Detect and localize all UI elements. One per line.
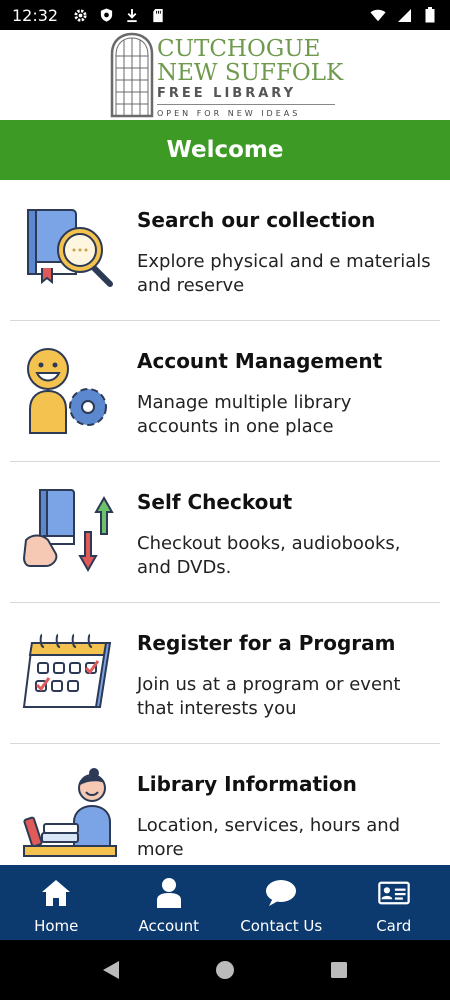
menu-item-self-checkout[interactable]: Self Checkout Checkout books, audiobooks… — [10, 462, 440, 603]
cellular-icon — [396, 7, 412, 23]
battery-icon — [422, 7, 438, 23]
menu-item-title: Search our collection — [137, 208, 376, 232]
logo-text-line2: NEW SUFFOLK — [157, 60, 344, 86]
logo-divider — [157, 104, 335, 105]
logo-tagline: OPEN FOR NEW IDEAS — [157, 109, 301, 118]
menu-item-library-information[interactable]: Library Information Location, services, … — [10, 744, 440, 865]
nav-home[interactable]: Home — [0, 865, 113, 940]
menu-item-register-program[interactable]: Register for a Program Join us at a prog… — [10, 603, 440, 744]
system-navigation-bar — [0, 940, 450, 1000]
menu-item-description: Join us at a program or event that inter… — [137, 674, 401, 719]
nav-label: Card — [376, 917, 412, 935]
status-icons-left — [72, 7, 166, 23]
nav-label: Contact Us — [240, 917, 323, 935]
nav-card[interactable]: Card — [338, 865, 450, 940]
main-menu: Search our collection Explore physical a… — [0, 180, 450, 865]
chat-bubble-icon — [265, 877, 297, 909]
nav-account[interactable]: Account — [113, 865, 226, 940]
menu-item-description: Checkout books, audiobooks, and DVDs. — [137, 533, 401, 578]
library-logo: CUTCHOGUE NEW SUFFOLK FREE LIBRARY OPEN … — [0, 30, 450, 120]
back-icon[interactable] — [99, 958, 123, 982]
status-bar: 12:32 — [0, 0, 450, 30]
nav-contact-us[interactable]: Contact Us — [225, 865, 338, 940]
book-magnifier-icon — [27, 209, 113, 287]
status-time: 12:32 — [12, 5, 59, 25]
menu-item-title: Library Information — [137, 772, 357, 796]
librarian-desk-icon — [23, 768, 117, 857]
arched-window-icon — [110, 32, 154, 118]
welcome-banner: Welcome — [0, 120, 450, 180]
menu-item-description: Explore physical and e materials and res… — [137, 251, 431, 296]
menu-item-description: Location, services, hours and more — [137, 815, 401, 860]
person-gear-icon — [27, 348, 107, 434]
calendar-icon — [22, 634, 112, 708]
status-icons-right — [370, 7, 438, 23]
bottom-navigation: Home Account Contact Us Card — [0, 865, 450, 940]
logo-text-line3: FREE LIBRARY — [157, 86, 296, 101]
person-icon — [153, 877, 185, 909]
nav-label: Home — [34, 917, 79, 935]
book-hand-arrows-icon — [22, 489, 114, 573]
wifi-icon — [370, 7, 386, 23]
recents-square-icon[interactable] — [327, 958, 351, 982]
gear-icon — [72, 7, 88, 23]
menu-item-account-management[interactable]: Account Management Manage multiple libra… — [10, 321, 440, 462]
download-icon — [124, 7, 140, 23]
menu-item-description: Manage multiple library accounts in one … — [137, 392, 352, 437]
home-circle-icon[interactable] — [213, 958, 237, 982]
menu-item-title: Account Management — [137, 349, 383, 373]
id-card-icon — [377, 877, 410, 909]
home-icon — [40, 877, 72, 909]
menu-item-search-collection[interactable]: Search our collection Explore physical a… — [10, 180, 440, 321]
shield-icon — [98, 7, 114, 23]
sd-card-icon — [150, 7, 166, 23]
nav-label: Account — [138, 917, 200, 935]
logo-text-line1: CUTCHOGUE — [157, 36, 321, 62]
menu-item-title: Register for a Program — [137, 631, 396, 655]
menu-item-title: Self Checkout — [137, 490, 293, 514]
